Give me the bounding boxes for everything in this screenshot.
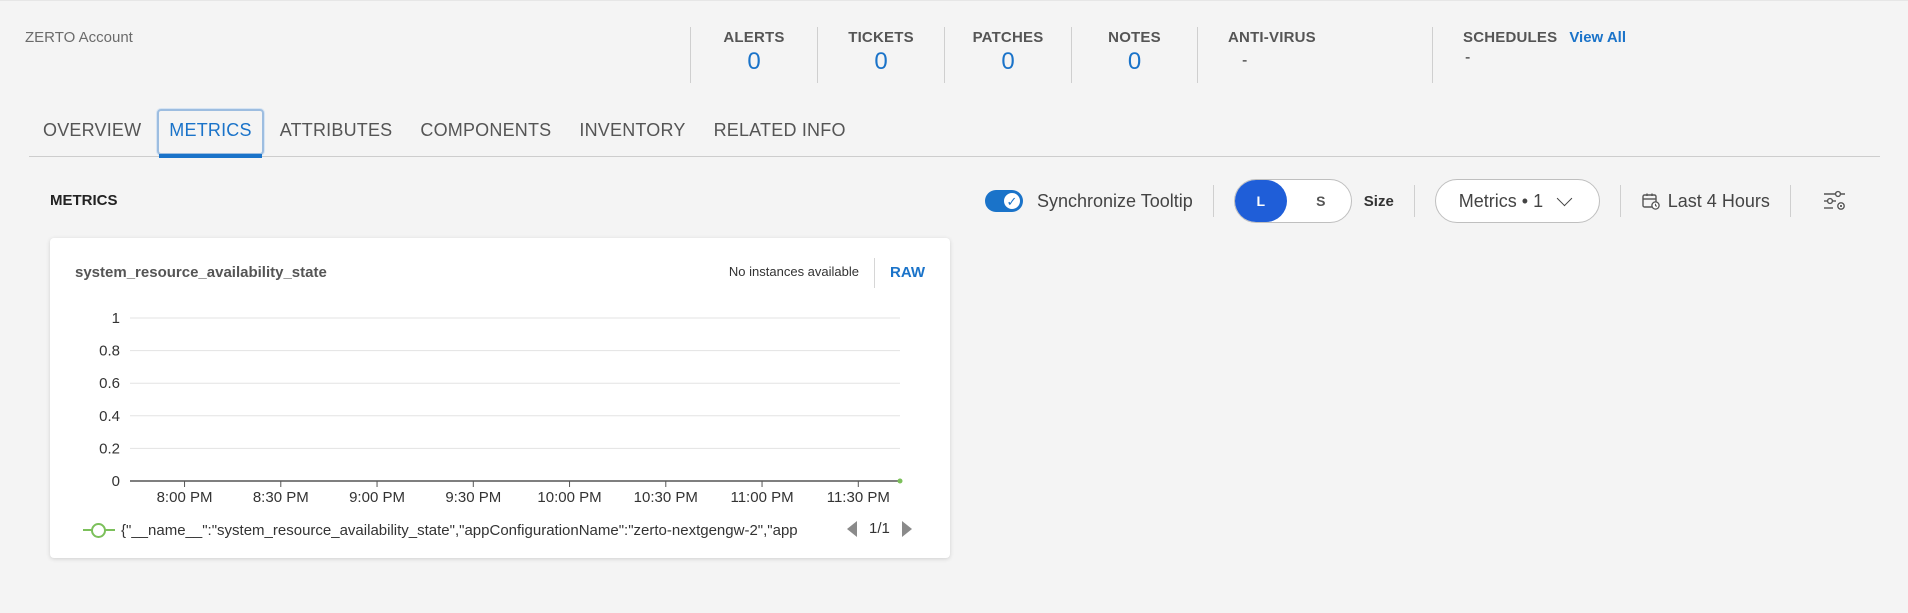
stat-value: - [1242,52,1248,69]
x-tick-label: 9:30 PM [445,489,501,506]
metric-title: system_resource_availability_state [75,264,327,281]
stat-label: NOTES [1108,29,1161,46]
x-tick-label: 11:30 PM [827,489,890,506]
stat-value[interactable]: 0 [1072,48,1197,76]
filter-settings-icon[interactable] [1823,190,1847,212]
stat-value[interactable]: 0 [945,48,1071,76]
stat-alerts[interactable]: ALERTS 0 [690,27,817,83]
x-tick-label: 8:30 PM [253,489,309,506]
stat-label: TICKETS [848,29,914,46]
page: ZERTO Account ALERTS 0 TICKETS 0 PATCHES… [0,0,1908,613]
chart-legend[interactable]: {"__name__":"system_resource_availabilit… [83,520,838,540]
stat-value: - [1465,49,1471,66]
y-tick-label: 0 [112,473,120,490]
x-tick-label: 11:00 PM [730,489,793,506]
stat-notes[interactable]: NOTES 0 [1071,27,1197,83]
time-range-label: Last 4 Hours [1667,190,1770,211]
account-name: ZERTO Account [25,29,133,46]
y-tick-label: 0.8 [99,343,120,360]
tab-inventory[interactable]: INVENTORY [565,109,699,157]
tab-bar: OVERVIEW METRICS ATTRIBUTES COMPONENTS I… [29,109,1880,158]
stat-patches[interactable]: PATCHES 0 [944,27,1071,83]
size-label: Size [1363,192,1394,210]
stat-value[interactable]: 0 [691,48,817,76]
view-all-link[interactable]: View All [1569,29,1626,46]
stat-label: SCHEDULES [1463,29,1558,46]
page-indicator: 1/1 [869,520,890,537]
size-option-large[interactable]: L [1234,180,1287,222]
size-option-small[interactable]: S [1295,180,1347,222]
metric-card: system_resource_availability_state No in… [50,238,950,558]
stat-label: ANTI-VIRUS [1228,29,1316,46]
x-tick-label: 8:00 PM [157,489,213,506]
synchronize-tooltip-toggle[interactable]: ✓ [985,190,1023,212]
x-tick-label: 10:30 PM [634,489,698,506]
tab-components[interactable]: COMPONENTS [406,109,565,157]
legend-series-label: {"__name__":"system_resource_availabilit… [121,521,798,539]
x-tick-label: 9:00 PM [349,489,405,506]
previous-page-icon[interactable] [847,520,857,537]
stat-value[interactable]: 0 [818,48,944,76]
y-tick-label: 1 [112,310,120,327]
tab-related-info[interactable]: RELATED INFO [700,109,860,157]
divider [1212,185,1214,217]
metrics-dropdown[interactable]: Metrics • 1 [1434,179,1600,223]
divider [874,258,875,288]
check-icon: ✓ [1002,191,1022,211]
synchronize-tooltip-label: Synchronize Tooltip [1037,190,1193,211]
tab-overview[interactable]: OVERVIEW [29,109,155,157]
no-instances-label: No instances available [728,264,859,279]
metrics-toolbar: ✓ Synchronize Tooltip L S Size Metrics •… [985,179,1847,223]
section-title: METRICS [50,192,118,209]
y-tick-label: 0.6 [99,375,120,392]
next-page-icon[interactable] [901,520,912,537]
legend-pager: 1/1 [847,520,912,537]
legend-series-marker-icon [83,520,115,540]
metric-chart[interactable]: 1 0.8 0.6 0.4 0.2 0 8:00 PM 8:30 PM 9:00 PM 9:30 … [50,298,950,513]
stats-bar: ALERTS 0 TICKETS 0 PATCHES 0 NOTES 0 ANT… [690,27,1732,83]
x-tick-label: 10:00 PM [537,489,601,506]
divider [1413,185,1415,217]
size-selector: L S [1233,179,1352,223]
time-range-picker[interactable]: Last 4 Hours [1641,191,1770,212]
stat-schedules: SCHEDULES View All - [1432,27,1732,83]
y-tick-label: 0.4 [99,408,120,425]
y-tick-label: 0.2 [99,440,120,457]
tab-metrics[interactable]: METRICS [155,109,265,158]
stat-label: PATCHES [972,29,1044,46]
chevron-down-icon [1556,190,1573,206]
divider [1789,185,1791,217]
stat-tickets[interactable]: TICKETS 0 [817,27,944,83]
stat-label: ALERTS [723,29,785,46]
stat-antivirus: ANTI-VIRUS - [1197,27,1432,83]
tab-attributes[interactable]: ATTRIBUTES [266,109,407,157]
divider [1619,185,1621,217]
data-point[interactable] [897,478,903,484]
calendar-icon [1642,193,1660,210]
metrics-dropdown-label: Metrics • 1 [1458,190,1544,211]
raw-button[interactable]: RAW [890,264,925,281]
